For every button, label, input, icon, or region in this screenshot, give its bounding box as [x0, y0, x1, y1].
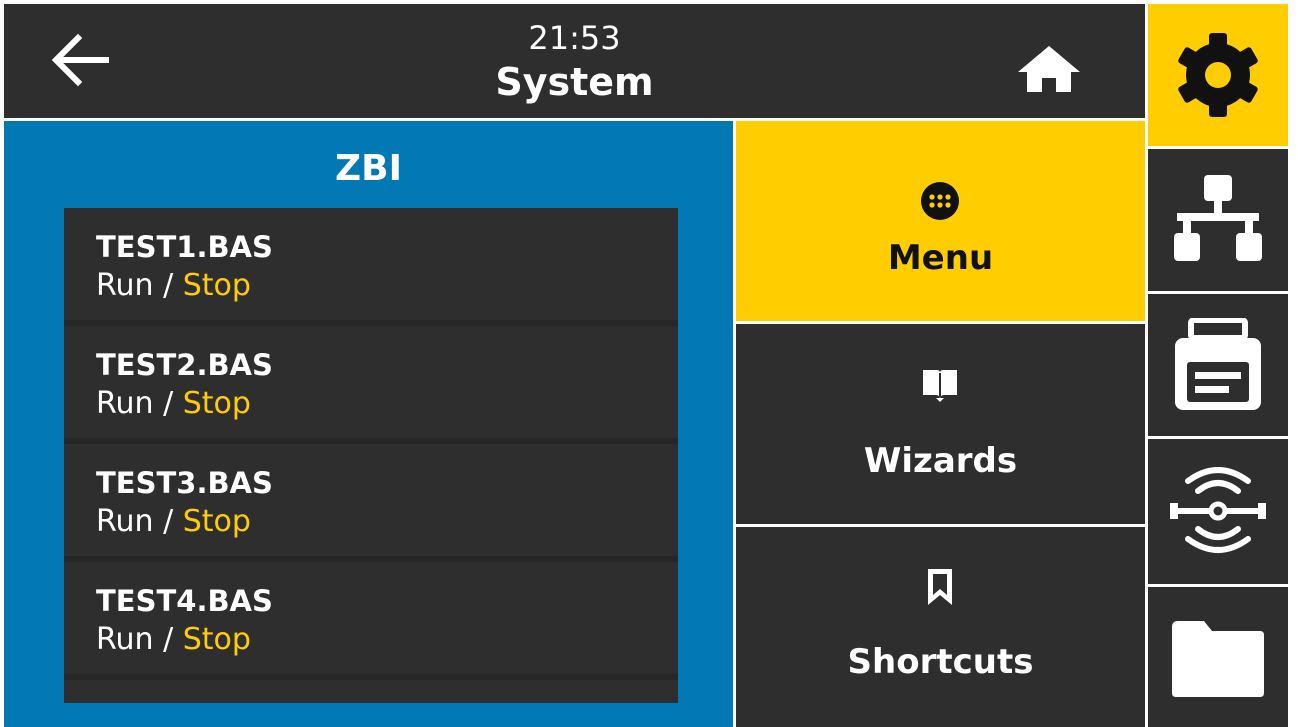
printer-icon: [1175, 318, 1261, 410]
list-item[interactable]: TEST2.BAS Run / Stop: [64, 326, 678, 444]
run-button[interactable]: Run: [96, 504, 154, 539]
sidebar-item-rfid[interactable]: [1148, 439, 1288, 584]
network-icon: [1174, 175, 1262, 261]
sidebar-item-network[interactable]: [1148, 149, 1288, 291]
program-actions: Run / Stop: [96, 504, 251, 540]
shortcuts-button[interactable]: Shortcuts: [736, 527, 1145, 727]
rfid-icon: [1170, 467, 1266, 553]
menu-button[interactable]: Menu: [736, 121, 1145, 321]
run-button[interactable]: Run: [96, 622, 154, 657]
shortcuts-label: Shortcuts: [847, 642, 1034, 682]
wizards-label: Wizards: [863, 441, 1018, 481]
clock: 21:53: [528, 19, 621, 57]
dots-grid-icon: [921, 182, 959, 220]
run-button[interactable]: Run: [96, 268, 154, 303]
separator: /: [153, 386, 183, 421]
list-item[interactable]: TEST3.BAS Run / Stop: [64, 444, 678, 562]
zbi-program-list[interactable]: TEST1.BAS Run / Stop TEST2.BAS Run / Sto…: [64, 208, 678, 703]
program-name: TEST2.BAS: [96, 348, 273, 382]
printer-screen: 21:53 System ZBI TEST1.BAS Run / Stop TE…: [0, 0, 1298, 727]
stop-button[interactable]: Stop: [183, 268, 251, 303]
stop-button[interactable]: Stop: [183, 622, 251, 657]
run-button[interactable]: Run: [96, 386, 154, 421]
program-actions: Run / Stop: [96, 386, 251, 422]
list-item[interactable]: TEST1.BAS Run / Stop: [64, 208, 678, 326]
list-item[interactable]: TEST4.BAS Run / Stop: [64, 562, 678, 680]
sidebar-item-printer[interactable]: [1148, 294, 1288, 436]
zbi-title: ZBI: [335, 148, 402, 189]
stop-button[interactable]: Stop: [183, 504, 251, 539]
top-bar: 21:53 System: [4, 4, 1145, 118]
separator: /: [153, 504, 183, 539]
stop-button[interactable]: Stop: [183, 386, 251, 421]
bookmark-icon: [928, 569, 952, 605]
program-actions: Run / Stop: [96, 268, 251, 304]
separator: /: [153, 622, 183, 657]
zbi-panel: ZBI TEST1.BAS Run / Stop TEST2.BAS Run /…: [4, 121, 733, 727]
page-title: System: [495, 60, 654, 104]
home-button[interactable]: [1014, 42, 1084, 94]
program-name: TEST3.BAS: [96, 466, 273, 500]
program-actions: Run / Stop: [96, 622, 251, 658]
home-icon: [1018, 46, 1080, 92]
menu-label: Menu: [887, 238, 994, 278]
program-name: TEST1.BAS: [96, 230, 273, 264]
wizards-button[interactable]: Wizards: [736, 324, 1145, 524]
folder-icon: [1172, 621, 1264, 697]
program-name: TEST4.BAS: [96, 584, 273, 618]
book-icon: [923, 370, 957, 402]
sidebar-item-settings[interactable]: [1148, 4, 1288, 146]
sidebar-item-storage[interactable]: [1148, 587, 1288, 727]
gear-icon: [1178, 33, 1258, 117]
separator: /: [153, 268, 183, 303]
